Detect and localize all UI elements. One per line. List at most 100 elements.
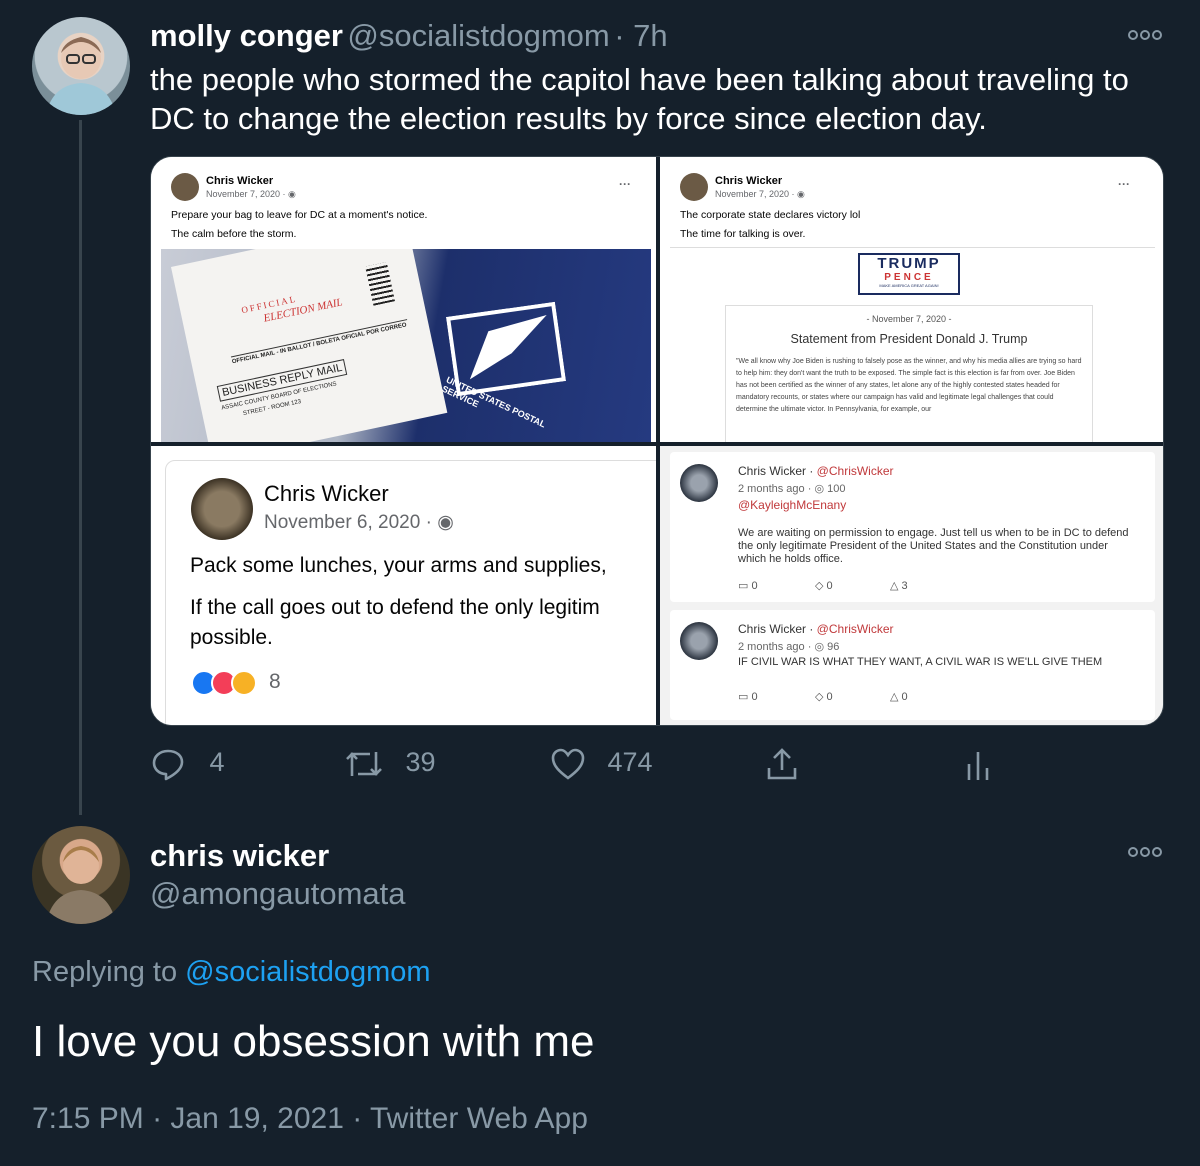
- logo-pence-text: PENCE: [884, 272, 934, 283]
- reply-more-options-icon[interactable]: [1128, 845, 1162, 862]
- gab-comment-action: ▭ 0: [738, 690, 758, 703]
- fb-avatar: [680, 173, 708, 201]
- statement-title: Statement from President Donald J. Trump: [790, 332, 1028, 346]
- gab-upvote-action: △ 0: [890, 690, 908, 703]
- gab-mention: @KayleighMcEnany: [738, 498, 847, 512]
- gab-comment-action: ▭ 0: [738, 579, 758, 592]
- avatar-portrait-icon: [46, 846, 116, 924]
- gab-repost-count: 0: [826, 580, 833, 592]
- reaction-count: 8: [269, 670, 281, 693]
- fb-date-text: November 7, 2020 ·: [206, 189, 289, 199]
- gab-comment-count: 0: [751, 580, 758, 592]
- fb-post-line: The time for talking is over.: [680, 228, 806, 240]
- logo-trump-text: TRUMP: [877, 255, 941, 272]
- fb-more-icon: ···: [1118, 177, 1130, 191]
- gab-post-text: We are waiting on permission to engage. …: [738, 527, 1129, 565]
- gab-repost-count: 0: [826, 691, 833, 703]
- gab-upvote-count: 3: [901, 580, 908, 592]
- ballot-envelope: OFFICIAL ELECTION MAIL OFFICIAL MAIL - I…: [171, 249, 448, 442]
- like-count: 474: [607, 747, 653, 778]
- fb-post-date: November 7, 2020 · ◉: [206, 189, 296, 200]
- fb-post-line: possible.: [190, 626, 273, 649]
- media-image-1[interactable]: Chris Wicker November 7, 2020 · ◉ ··· Pr…: [151, 157, 656, 442]
- author-avatar[interactable]: [32, 17, 130, 115]
- gab-repost-action: ◇ 0: [815, 690, 833, 703]
- heart-icon: [551, 748, 585, 780]
- gab-author-name: Chris Wicker: [738, 622, 806, 636]
- reply-button[interactable]: 4: [150, 746, 225, 782]
- tweet-media-grid[interactable]: Chris Wicker November 7, 2020 · ◉ ··· Pr…: [150, 156, 1164, 726]
- media-image-2[interactable]: Chris Wicker November 7, 2020 · ◉ ··· Th…: [660, 157, 1163, 442]
- analytics-button[interactable]: [964, 748, 992, 782]
- envelope-mail-in: OFFICIAL MAIL - IN BALLOT / BOLETA OFICI…: [230, 319, 409, 366]
- views-icon: ◎: [814, 483, 828, 495]
- repost-icon: ◇: [815, 580, 827, 592]
- thread-connector-line: [79, 120, 82, 815]
- retweet-icon: [346, 752, 382, 776]
- replying-to-handle-link[interactable]: @socialistdogmom: [185, 956, 430, 988]
- gab-meta-line: 2 months ago · ◎ 100: [738, 482, 845, 495]
- gab-time: 2 months ago ·: [738, 641, 815, 653]
- reply-author-handle[interactable]: @amongautomata: [150, 876, 406, 912]
- separator-dot: ·: [614, 18, 634, 53]
- like-button[interactable]: 474: [550, 746, 653, 782]
- statement-date: - November 7, 2020 -: [866, 314, 952, 324]
- gab-upvote-action: △ 3: [890, 579, 908, 592]
- gab-avatar: [680, 622, 718, 660]
- gab-post-2: Chris Wicker · @ChrisWicker 2 months ago…: [670, 610, 1155, 720]
- globe-icon: ◉: [437, 512, 454, 533]
- gab-time: 2 months ago ·: [738, 483, 815, 495]
- media-image-4[interactable]: Chris Wicker · @ChrisWicker 2 months ago…: [660, 446, 1163, 725]
- gab-avatar: [680, 464, 718, 502]
- gab-upvote-count: 0: [901, 691, 908, 703]
- share-button[interactable]: [764, 746, 800, 782]
- retweet-button[interactable]: 39: [344, 746, 436, 782]
- replying-to-line: Replying to @socialistdogmom: [32, 956, 431, 989]
- fb-date-text: November 6, 2020 ·: [264, 512, 438, 533]
- reply-meta: 7:15 PM · Jan 19, 2021 · Twitter Web App: [32, 1102, 588, 1136]
- tweet-time[interactable]: 7h: [633, 18, 667, 53]
- logo-tag-text: MAKE AMERICA GREAT AGAIN!: [879, 283, 939, 288]
- fb-avatar: [171, 173, 199, 201]
- gab-views: 96: [827, 641, 840, 653]
- fb-more-icon: ···: [619, 177, 631, 191]
- gab-author-line: Chris Wicker · @ChrisWicker: [738, 622, 894, 636]
- avatar-portrait-icon: [46, 37, 116, 115]
- reply-author-name[interactable]: chris wicker: [150, 838, 329, 874]
- reply-count: 4: [209, 747, 225, 778]
- fb-post-line: The corporate state declares victory lol: [680, 209, 861, 221]
- more-options-icon[interactable]: [1128, 28, 1162, 45]
- meta-separator: ·: [143, 1102, 171, 1135]
- trump-pence-logo: TRUMP PENCE MAKE AMERICA GREAT AGAIN!: [858, 253, 960, 295]
- fb-author-name: Chris Wicker: [206, 175, 274, 187]
- author-handle[interactable]: @socialistdogmom: [347, 18, 609, 53]
- upvote-icon: △: [890, 691, 902, 703]
- reply-source[interactable]: Twitter Web App: [370, 1102, 588, 1135]
- analytics-icon: [967, 752, 989, 780]
- envelope-barcode: [365, 262, 396, 306]
- tweet-text: the people who stormed the capitol have …: [150, 60, 1160, 138]
- reply-date[interactable]: Jan 19, 2021: [170, 1102, 343, 1135]
- tweet-text-line: DC to change the election results by for…: [150, 101, 987, 136]
- reply-time[interactable]: 7:15 PM: [32, 1102, 144, 1135]
- gab-author-handle: @ChrisWicker: [816, 622, 894, 636]
- fb-avatar-large: [191, 478, 253, 540]
- media-image-3[interactable]: Chris Wicker November 6, 2020 · ◉ Pack s…: [151, 446, 656, 725]
- views-icon: ◎: [814, 641, 828, 653]
- gab-comment-count: 0: [751, 691, 758, 703]
- replying-to-prefix: Replying to: [32, 956, 186, 988]
- author-name[interactable]: molly conger: [150, 18, 343, 53]
- gab-repost-action: ◇ 0: [815, 579, 833, 592]
- fb-reactions: 8: [191, 668, 281, 698]
- repost-icon: ◇: [815, 691, 827, 703]
- gab-author-line: Chris Wicker · @ChrisWicker: [738, 464, 894, 478]
- share-icon: [767, 748, 797, 780]
- statement-body: "We all know why Joe Biden is rushing to…: [736, 358, 1082, 413]
- meta-separator: ·: [343, 1102, 371, 1135]
- reply-author-avatar[interactable]: [32, 826, 130, 924]
- gab-post-text: IF CIVIL WAR IS WHAT THEY WANT, A CIVIL …: [738, 656, 1103, 668]
- fb-date-text: November 7, 2020 ·: [715, 189, 798, 199]
- gab-meta-line: 2 months ago · ◎ 96: [738, 640, 839, 653]
- reply-text: I love you obsession with me: [32, 1017, 595, 1066]
- reply-icon: [152, 749, 184, 781]
